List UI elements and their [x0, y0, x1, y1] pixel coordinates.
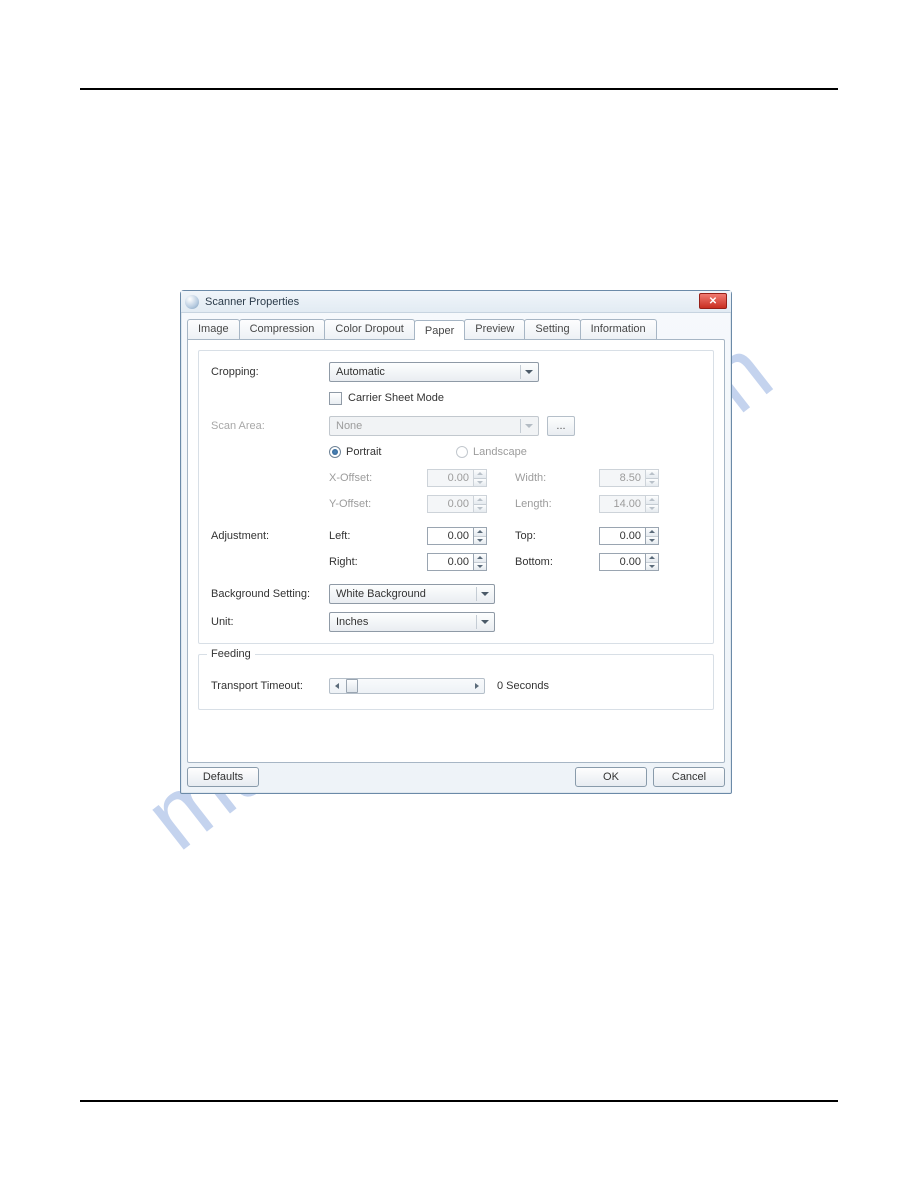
slider-right-icon[interactable]: [470, 679, 484, 693]
y-offset-field: [427, 495, 473, 513]
scanner-properties-dialog: Scanner Properties ✕ Image Compression C…: [180, 290, 732, 794]
tab-image[interactable]: Image: [187, 319, 240, 339]
main-settings-group: Cropping: Automatic Carrier Sheet Mode S…: [198, 350, 714, 644]
cropping-value: Automatic: [336, 366, 385, 378]
chevron-down-icon: [476, 587, 492, 601]
adj-left-field[interactable]: [427, 527, 473, 545]
adj-bottom-field[interactable]: [599, 553, 645, 571]
dialog-button-bar: Defaults OK Cancel: [187, 767, 725, 787]
tab-preview[interactable]: Preview: [464, 319, 525, 339]
y-offset-stepper: [427, 495, 487, 513]
adj-right-field[interactable]: [427, 553, 473, 571]
app-icon: [185, 295, 199, 309]
portrait-label: Portrait: [346, 446, 456, 458]
y-offset-label: Y-Offset:: [329, 498, 391, 510]
scan-area-dropdown: None: [329, 416, 539, 436]
spin-up-icon[interactable]: [646, 554, 658, 563]
x-offset-stepper: [427, 469, 487, 487]
cropping-dropdown[interactable]: Automatic: [329, 362, 539, 382]
cancel-button[interactable]: Cancel: [653, 767, 725, 787]
spin-down-icon[interactable]: [474, 563, 486, 571]
spin-down-icon[interactable]: [474, 537, 486, 545]
carrier-sheet-label: Carrier Sheet Mode: [348, 392, 444, 404]
transport-timeout-slider[interactable]: [329, 678, 485, 694]
tab-information[interactable]: Information: [580, 319, 657, 339]
page-divider-bottom: [80, 1100, 838, 1102]
spin-down-icon[interactable]: [646, 537, 658, 545]
cropping-label: Cropping:: [211, 366, 329, 378]
scan-area-browse-button[interactable]: ...: [547, 416, 575, 436]
width-label: Width:: [515, 472, 573, 484]
scan-area-label: Scan Area:: [211, 420, 329, 432]
tab-paper[interactable]: Paper: [414, 320, 465, 340]
slider-thumb[interactable]: [346, 679, 358, 693]
chevron-down-icon: [520, 419, 536, 433]
background-value: White Background: [336, 588, 426, 600]
feeding-group: Feeding Transport Timeout: 0 Seconds: [198, 654, 714, 710]
feeding-legend: Feeding: [207, 648, 255, 660]
adj-right-label: Right:: [329, 556, 391, 568]
adjustment-label: Adjustment:: [211, 530, 329, 542]
spin-down-icon[interactable]: [646, 563, 658, 571]
tab-setting[interactable]: Setting: [524, 319, 580, 339]
defaults-button[interactable]: Defaults: [187, 767, 259, 787]
length-label: Length:: [515, 498, 573, 510]
width-field: [599, 469, 645, 487]
dialog-title: Scanner Properties: [205, 296, 299, 308]
tab-strip: Image Compression Color Dropout Paper Pr…: [181, 313, 731, 339]
adj-left-label: Left:: [329, 530, 391, 542]
scan-area-value: None: [336, 420, 362, 432]
close-button[interactable]: ✕: [699, 293, 727, 309]
ok-button[interactable]: OK: [575, 767, 647, 787]
paper-tab-panel: Cropping: Automatic Carrier Sheet Mode S…: [187, 339, 725, 763]
titlebar: Scanner Properties ✕: [181, 291, 731, 313]
transport-timeout-value: 0 Seconds: [497, 680, 549, 692]
slider-left-icon[interactable]: [330, 679, 344, 693]
background-dropdown[interactable]: White Background: [329, 584, 495, 604]
adj-right-stepper[interactable]: [427, 553, 487, 571]
spin-up-icon[interactable]: [474, 554, 486, 563]
unit-label: Unit:: [211, 616, 329, 628]
x-offset-label: X-Offset:: [329, 472, 391, 484]
tab-compression[interactable]: Compression: [239, 319, 326, 339]
width-stepper: [599, 469, 659, 487]
landscape-label: Landscape: [473, 446, 527, 458]
tab-color-dropout[interactable]: Color Dropout: [324, 319, 414, 339]
spin-up-icon[interactable]: [474, 528, 486, 537]
adj-top-label: Top:: [515, 530, 573, 542]
length-stepper: [599, 495, 659, 513]
adj-bottom-stepper[interactable]: [599, 553, 659, 571]
adj-left-stepper[interactable]: [427, 527, 487, 545]
landscape-radio: [456, 446, 468, 458]
spin-up-icon[interactable]: [646, 528, 658, 537]
portrait-radio[interactable]: [329, 446, 341, 458]
page-divider-top: [80, 88, 838, 90]
transport-timeout-label: Transport Timeout:: [211, 680, 329, 692]
length-field: [599, 495, 645, 513]
adj-top-field[interactable]: [599, 527, 645, 545]
carrier-sheet-checkbox[interactable]: [329, 392, 342, 405]
adj-top-stepper[interactable]: [599, 527, 659, 545]
chevron-down-icon: [520, 365, 536, 379]
unit-value: Inches: [336, 616, 368, 628]
chevron-down-icon: [476, 615, 492, 629]
adj-bottom-label: Bottom:: [515, 556, 573, 568]
background-label: Background Setting:: [211, 588, 329, 600]
unit-dropdown[interactable]: Inches: [329, 612, 495, 632]
x-offset-field: [427, 469, 473, 487]
